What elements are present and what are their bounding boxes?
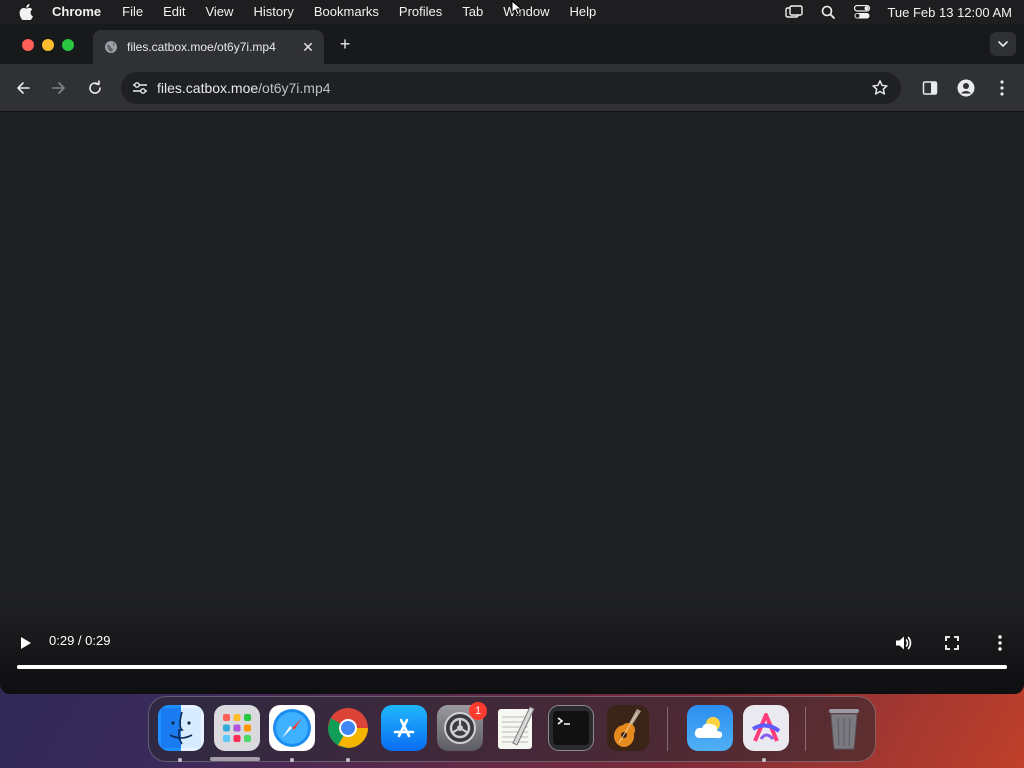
trash-icon[interactable] — [821, 705, 867, 751]
weather-icon[interactable] — [687, 705, 733, 751]
volume-icon — [896, 636, 912, 650]
browser-tab[interactable]: files.catbox.moe/ot6y7i.mp4 ✕ — [93, 30, 324, 64]
screen-mirroring-icon[interactable] — [777, 5, 811, 19]
running-indicator — [762, 758, 766, 762]
menu-bookmarks[interactable]: Bookmarks — [304, 0, 389, 24]
video-timecode: 0:29 / 0:29 — [49, 633, 111, 648]
profile-avatar-icon[interactable] — [954, 76, 978, 100]
textedit-icon[interactable] — [493, 705, 539, 751]
control-center-icon[interactable] — [845, 5, 879, 19]
menu-edit[interactable]: Edit — [153, 0, 195, 24]
address-path: /ot6y7i.mp4 — [258, 80, 331, 96]
browser-window: files.catbox.moe/ot6y7i.mp4 ✕ + files.ca… — [0, 24, 1024, 694]
garageband-icon[interactable] — [605, 705, 651, 751]
launchpad-icon[interactable] — [214, 705, 260, 751]
video-controls-gradient — [0, 594, 1024, 694]
video-player[interactable]: 0:29 / 0:29 — [0, 113, 1024, 694]
window-controls — [22, 39, 74, 51]
minimize-window-button[interactable] — [42, 39, 54, 51]
more-vertical-icon — [998, 635, 1002, 651]
creativit-icon[interactable] — [743, 705, 789, 751]
notification-badge: 1 — [469, 702, 487, 720]
new-tab-button[interactable]: + — [335, 34, 355, 54]
menu-window[interactable]: Window — [493, 0, 559, 24]
mute-button[interactable] — [892, 631, 916, 655]
back-button[interactable] — [11, 76, 35, 100]
safari-icon[interactable] — [269, 705, 315, 751]
menu-help[interactable]: Help — [560, 0, 607, 24]
mouse-pointer-icon — [511, 0, 523, 21]
menu-tab[interactable]: Tab — [452, 0, 493, 24]
chrome-menu-icon[interactable] — [990, 76, 1014, 100]
dock-separator — [667, 707, 668, 751]
dock: 1 — [148, 696, 876, 762]
play-icon — [21, 637, 31, 649]
address-url[interactable]: files.catbox.moe/ot6y7i.mp4 — [157, 80, 331, 96]
reload-button[interactable] — [83, 76, 107, 100]
terminal-icon[interactable] — [548, 705, 594, 751]
reload-icon — [89, 80, 101, 94]
fullscreen-button[interactable] — [940, 631, 964, 655]
running-indicator — [290, 758, 294, 762]
video-options-button[interactable] — [988, 631, 1012, 655]
zoom-window-button[interactable] — [62, 39, 74, 51]
video-progress-fill — [17, 665, 1007, 669]
dock-separator — [805, 707, 806, 751]
play-button[interactable] — [14, 631, 38, 655]
finder-icon[interactable] — [158, 705, 204, 751]
menu-app-name[interactable]: Chrome — [52, 0, 112, 24]
forward-button[interactable] — [47, 76, 71, 100]
running-indicator — [178, 758, 182, 762]
menubar-clock[interactable]: Tue Feb 13 12:00 AM — [879, 5, 1024, 20]
menu-file[interactable]: File — [112, 0, 153, 24]
apple-menu-icon[interactable] — [0, 4, 52, 20]
close-tab-icon[interactable]: ✕ — [300, 39, 316, 55]
chrome-icon[interactable] — [325, 705, 371, 751]
side-panel-icon[interactable] — [918, 76, 942, 100]
menu-view[interactable]: View — [195, 0, 243, 24]
tab-title: files.catbox.moe/ot6y7i.mp4 — [127, 40, 276, 54]
address-bar[interactable]: files.catbox.moe/ot6y7i.mp4 — [121, 72, 901, 104]
bookmark-star-icon[interactable] — [871, 79, 889, 100]
globe-icon — [103, 39, 119, 55]
close-window-button[interactable] — [22, 39, 34, 51]
arrow-right-icon — [52, 82, 65, 94]
dock-scroll-indicator — [210, 757, 260, 761]
site-info-icon[interactable] — [123, 81, 157, 95]
chevron-down-icon — [998, 41, 1008, 47]
video-progress-bar[interactable] — [17, 665, 1007, 669]
app-store-icon[interactable] — [381, 705, 427, 751]
tab-search-button[interactable] — [990, 32, 1016, 56]
spotlight-search-icon[interactable] — [811, 5, 845, 19]
tab-strip: files.catbox.moe/ot6y7i.mp4 ✕ + — [0, 24, 1024, 64]
fullscreen-icon — [945, 636, 959, 650]
browser-toolbar: files.catbox.moe/ot6y7i.mp4 — [0, 64, 1024, 112]
address-host: files.catbox.moe — [157, 80, 259, 96]
menu-history[interactable]: History — [243, 0, 303, 24]
menu-profiles[interactable]: Profiles — [389, 0, 452, 24]
arrow-left-icon — [17, 82, 30, 94]
running-indicator — [346, 758, 350, 762]
